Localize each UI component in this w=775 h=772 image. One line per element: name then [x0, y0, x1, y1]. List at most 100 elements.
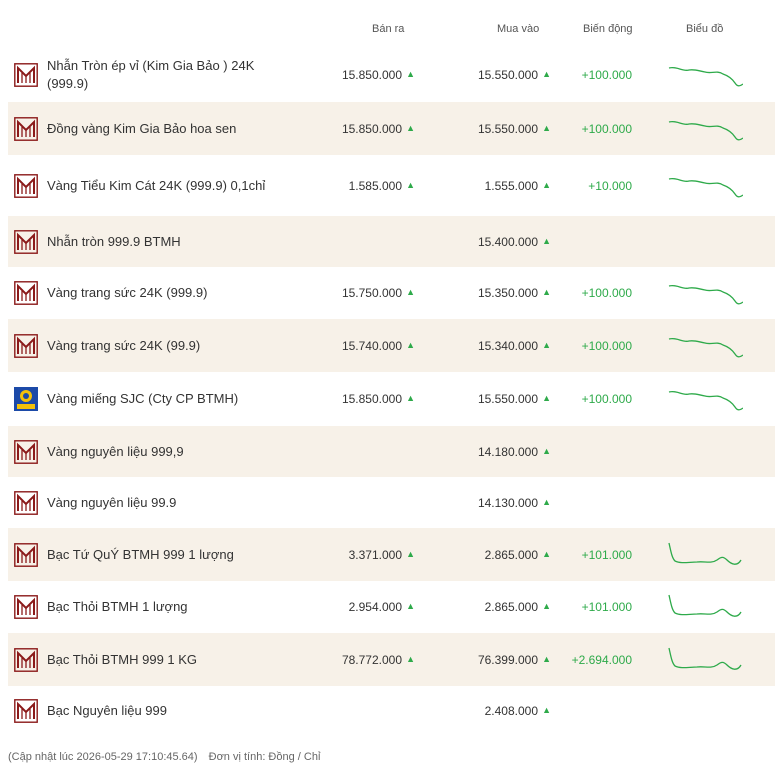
buy-price: 15.550.000	[477, 68, 538, 82]
up-arrow-icon: ▲	[542, 179, 551, 190]
table-row[interactable]: Nhẫn tròn 999.9 BTMH 15.400.000 ▲	[8, 216, 775, 267]
product-name: Đồng vàng Kim Gia Bảo hoa sen	[47, 120, 237, 136]
table-row[interactable]: Bạc Tứ QuÝ BTMH 999 1 lượng 3.371.000 ▲ 2.8…	[8, 528, 775, 581]
product-name: Vàng nguyên liệu 99.9	[47, 494, 177, 510]
up-arrow-icon: ▲	[406, 393, 415, 403]
sparkline-line	[668, 177, 743, 197]
table-row[interactable]: Nhẫn Tròn ép vỉ (Kim Gia Bảo ) 24K (999.…	[8, 48, 775, 102]
table-body: Nhẫn Tròn ép vỉ (Kim Gia Bảo ) 24K (999.…	[8, 48, 775, 735]
btmh-logo-icon	[14, 542, 38, 567]
product-name: Bạc Thỏi BTMH 1 lượng	[47, 599, 188, 614]
table-row[interactable]: Bạc Thỏi BTMH 999 1 KG 78.772.000 ▲ 76.399.…	[8, 633, 775, 686]
up-arrow-icon: ▲	[406, 339, 415, 350]
up-arrow-icon: ▲	[542, 496, 551, 507]
unit-label: Đơn vị tính: Đồng / Chỉ	[208, 751, 321, 763]
buy-price: 14.180.000	[477, 444, 538, 459]
buy-price: 2.865.000	[484, 600, 538, 614]
btmh-logo-icon	[14, 647, 38, 672]
sell-price: 15.850.000	[341, 121, 402, 136]
price-change: +101.000	[581, 547, 632, 562]
btmh-logo-icon	[14, 281, 38, 305]
sparkline-line	[668, 337, 743, 357]
sparkline-line	[668, 594, 742, 617]
trend-sparkline[interactable]	[667, 645, 743, 675]
product-name: Vàng trang sức 24K (99.9)	[47, 337, 201, 353]
sparkline-line	[668, 542, 742, 565]
header-buy: Mua vào	[497, 23, 540, 35]
up-arrow-icon: ▲	[542, 339, 551, 350]
up-arrow-icon: ▲	[542, 704, 551, 715]
table-row[interactable]: Vàng trang sức 24K (99.9) 15.740.000 ▲ 15.3…	[8, 319, 775, 372]
up-arrow-icon: ▲	[406, 601, 415, 611]
product-name: Vàng trang sức 24K (999.9)	[47, 285, 208, 300]
trend-sparkline[interactable]	[667, 384, 743, 414]
product-name: Vàng miếng SJC (Cty CP BTMH)	[47, 391, 239, 406]
up-arrow-icon: ▲	[542, 235, 551, 246]
buy-price: 15.340.000	[477, 338, 538, 353]
trend-sparkline[interactable]	[667, 114, 743, 144]
sparkline-line	[668, 647, 742, 670]
buy-price: 15.550.000	[477, 121, 538, 136]
table-row[interactable]: Vàng nguyên liệu 99.9 14.130.000 ▲	[8, 477, 775, 528]
sparkline-line	[668, 120, 743, 140]
btmh-logo-icon	[14, 63, 38, 87]
header-sell: Bán ra	[372, 23, 405, 35]
up-arrow-icon: ▲	[542, 122, 551, 133]
up-arrow-icon: ▲	[406, 179, 415, 190]
up-arrow-icon: ▲	[406, 653, 415, 664]
buy-price: 14.130.000	[477, 495, 538, 510]
table-row[interactable]: Bạc Nguyên liệu 999 2.408.000 ▲	[8, 686, 775, 735]
sell-price: 15.750.000	[341, 286, 402, 300]
price-change: +10.000	[588, 178, 632, 193]
sell-price: 15.740.000	[341, 338, 402, 353]
trend-sparkline[interactable]	[667, 60, 743, 90]
up-arrow-icon: ▲	[542, 69, 551, 79]
buy-price: 15.350.000	[477, 286, 538, 300]
product-name: Bạc Nguyên liệu 999	[47, 702, 167, 718]
buy-price: 15.550.000	[477, 392, 538, 406]
up-arrow-icon: ▲	[542, 548, 551, 559]
sell-price: 1.585.000	[348, 178, 402, 193]
price-change: +100.000	[581, 121, 632, 136]
btmh-logo-icon	[14, 439, 38, 464]
price-change: +100.000	[581, 392, 632, 406]
product-name: Vàng nguyên liệu 999,9	[47, 443, 184, 459]
trend-sparkline[interactable]	[667, 171, 743, 201]
trend-sparkline[interactable]	[667, 331, 743, 361]
buy-price: 1.555.000	[484, 178, 538, 193]
up-arrow-icon: ▲	[406, 548, 415, 559]
sell-price: 78.772.000	[341, 652, 402, 667]
trend-sparkline[interactable]	[667, 540, 743, 570]
table-row[interactable]: Đồng vàng Kim Gia Bảo hoa sen 15.850.000 ▲…	[8, 102, 775, 155]
table-row[interactable]: Vàng trang sức 24K (999.9) 15.750.000 ▲ 15.…	[8, 267, 775, 319]
btmh-logo-icon	[14, 333, 38, 358]
price-change: +2.694.000	[571, 652, 632, 667]
trend-sparkline[interactable]	[667, 592, 743, 622]
buy-price: 15.400.000	[477, 234, 538, 249]
table-row[interactable]: Bạc Thỏi BTMH 1 lượng 2.954.000 ▲ 2.865.000…	[8, 581, 775, 633]
product-name: Bạc Thỏi BTMH 999 1 KG	[47, 651, 198, 667]
sjc-logo-icon	[14, 387, 38, 411]
up-arrow-icon: ▲	[406, 122, 415, 133]
price-change: +101.000	[581, 600, 632, 614]
product-name: Nhẫn tròn 999.9 BTMH	[47, 233, 181, 249]
trend-sparkline[interactable]	[667, 278, 743, 308]
up-arrow-icon: ▲	[406, 287, 415, 297]
price-change: +100.000	[581, 68, 632, 82]
up-arrow-icon: ▲	[542, 287, 551, 297]
btmh-logo-icon	[14, 595, 38, 619]
up-arrow-icon: ▲	[542, 653, 551, 664]
table-row[interactable]: Vàng miếng SJC (Cty CP BTMH) 15.850.000 ▲ 1…	[8, 372, 775, 426]
up-arrow-icon: ▲	[406, 69, 415, 79]
table-row[interactable]: Vàng nguyên liệu 999,9 14.180.000 ▲	[8, 426, 775, 477]
buy-price: 76.399.000	[477, 652, 538, 667]
table-header: Bán ra Mua vào Biến động Biểu đồ	[8, 14, 775, 48]
header-chart: Biểu đồ	[686, 23, 724, 35]
up-arrow-icon: ▲	[542, 393, 551, 403]
up-arrow-icon: ▲	[542, 445, 551, 456]
btmh-logo-icon	[14, 490, 38, 515]
btmh-logo-icon	[14, 698, 38, 723]
price-change: +100.000	[581, 338, 632, 353]
table-row[interactable]: Vàng Tiểu Kim Cát 24K (999.9) 0,1chỉ 1.58…	[8, 155, 775, 216]
sell-price: 15.850.000	[341, 392, 402, 406]
